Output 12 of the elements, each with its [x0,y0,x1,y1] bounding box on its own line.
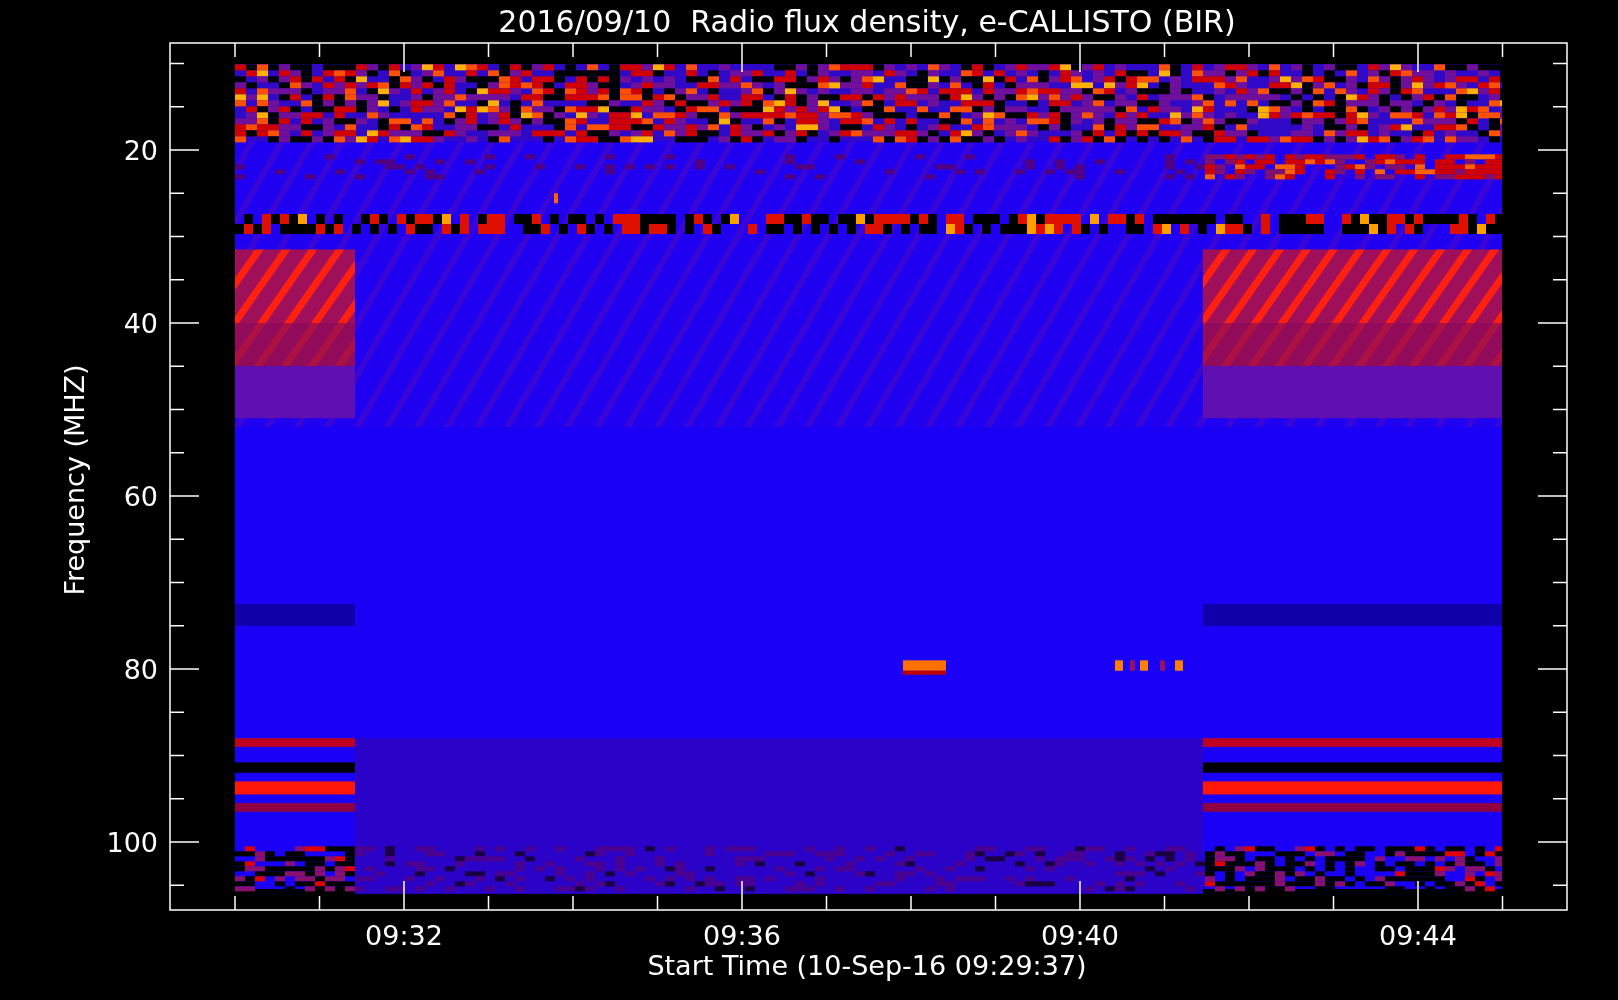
chart-title: 2016/09/10 Radio flux density, e-CALLISTO (BIR) [498,4,1236,39]
x-tick-label: 09:36 [703,920,781,951]
y-tick-label: 60 [123,481,158,512]
y-tick-label: 40 [123,308,158,339]
y-axis-label: Frequency (MHZ) [59,364,90,596]
x-tick-label: 09:44 [1379,920,1457,951]
x-axis-label: Start Time (10-Sep-16 09:29:37) [647,950,1087,981]
y-tick-label: 80 [123,654,158,685]
x-tick-label: 09:32 [365,920,443,951]
y-tick-label: 100 [106,827,158,858]
x-tick-label: 09:40 [1041,920,1119,951]
y-tick-label: 20 [123,135,158,166]
